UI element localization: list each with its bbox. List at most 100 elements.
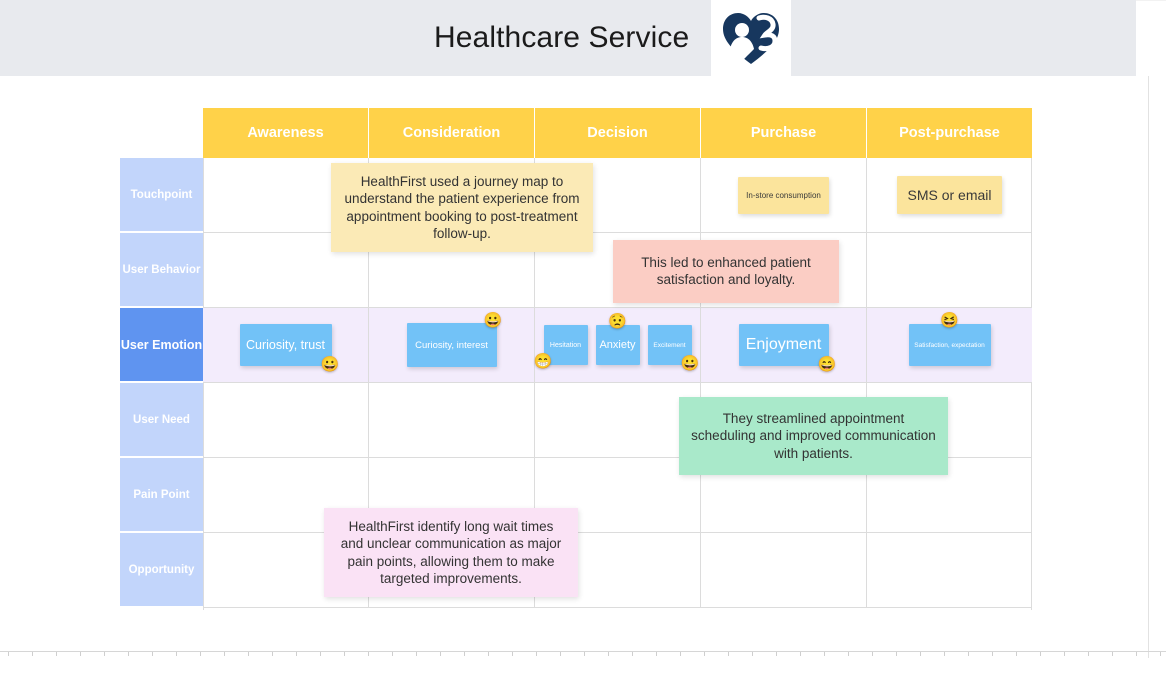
cell-need-consideration[interactable]	[369, 383, 535, 458]
column-header-consideration[interactable]: Consideration	[369, 108, 535, 158]
ruler-tick	[176, 652, 177, 656]
ruler-tick	[824, 652, 825, 656]
row-header-pain-point[interactable]: Pain Point	[120, 458, 203, 533]
row-header-user-behavior[interactable]: User Behavior	[120, 233, 203, 308]
heart-person-s-logo-icon	[720, 9, 782, 67]
ruler-tick	[1088, 652, 1089, 656]
ruler-tick	[752, 652, 753, 656]
note-label: Satisfaction, expectation	[914, 341, 985, 349]
ruler-tick	[1136, 652, 1137, 656]
corner-cell	[120, 108, 203, 158]
note-hesitation[interactable]: Hesitation 😁	[534, 325, 588, 369]
cell-opportunity-post-purchase[interactable]	[867, 533, 1032, 608]
ruler-tick	[896, 652, 897, 656]
note-label: Curiosity, interest	[415, 339, 488, 351]
right-divider	[1148, 76, 1149, 658]
note-label: Enjoyment	[745, 336, 822, 353]
cell-need-awareness[interactable]	[203, 383, 369, 458]
ruler-tick	[200, 652, 201, 656]
column-header-purchase[interactable]: Purchase	[701, 108, 867, 158]
cell-emotion-decision[interactable]: Hesitation 😁 Anxiety 😟 Excitement 😀	[534, 308, 701, 383]
note-label: Anxiety	[599, 339, 636, 351]
ruler-tick	[80, 652, 81, 656]
ruler-tick	[440, 652, 441, 656]
note-label: Hesitation	[549, 341, 582, 349]
ruler-tick	[104, 652, 105, 656]
ruler-tick	[128, 652, 129, 656]
ruler-tick	[248, 652, 249, 656]
ruler-tick	[608, 652, 609, 656]
note-label: Excitement	[653, 341, 686, 349]
ruler-tick	[728, 652, 729, 656]
laughing-face-icon: 😆	[940, 312, 959, 329]
note-satisfaction-expectation[interactable]: Satisfaction, expectation 😆	[908, 313, 991, 366]
ruler-tick	[416, 652, 417, 656]
ruler-tick	[56, 652, 57, 656]
cell-touchpoint-post-purchase[interactable]: SMS or email	[867, 158, 1032, 233]
note-sms-or-email[interactable]: SMS or email	[897, 176, 1002, 214]
bottom-ruler	[0, 651, 1166, 659]
grinning-face-icon: 😀	[680, 355, 700, 372]
ruler-tick	[992, 652, 993, 656]
note-in-store-consumption[interactable]: In-store consumption	[738, 176, 829, 214]
ruler-tick	[584, 652, 585, 656]
table-row-user-emotion: User Emotion Curiosity, trust 😀 Curiosit…	[120, 308, 1032, 383]
note-anxiety[interactable]: Anxiety 😟	[595, 314, 640, 365]
row-header-opportunity[interactable]: Opportunity	[120, 533, 203, 608]
cell-emotion-purchase[interactable]: Enjoyment 😄	[701, 308, 867, 383]
ruler-tick	[464, 652, 465, 656]
column-header-awareness[interactable]: Awareness	[203, 108, 369, 158]
ruler-tick	[152, 652, 153, 656]
ruler-tick	[704, 652, 705, 656]
note-curiosity-interest[interactable]: Curiosity, interest 😀	[406, 313, 503, 367]
cell-need-decision[interactable]	[535, 383, 701, 458]
note-magenta-pain-points[interactable]: HealthFirst identify long wait times and…	[324, 508, 578, 598]
ruler-tick	[632, 652, 633, 656]
smiling-face-icon: 😄	[817, 356, 837, 373]
ruler-tick	[1040, 652, 1041, 656]
note-excitement[interactable]: Excitement 😀	[647, 325, 700, 371]
cell-emotion-post-purchase[interactable]: Satisfaction, expectation 😆	[867, 308, 1032, 383]
grinning-face-icon: 😀	[320, 356, 340, 373]
worried-face-icon: 😟	[608, 313, 627, 330]
ruler-tick	[512, 652, 513, 656]
ruler-tick	[872, 652, 873, 656]
ruler-tick	[560, 652, 561, 656]
column-header-post-purchase[interactable]: Post-purchase	[867, 108, 1032, 158]
cell-opportunity-purchase[interactable]	[701, 533, 867, 608]
ruler-tick	[1160, 652, 1161, 656]
ruler-tick	[368, 652, 369, 656]
ruler-tick	[656, 652, 657, 656]
row-header-touchpoint[interactable]: Touchpoint	[120, 158, 203, 233]
ruler-tick	[1112, 652, 1113, 656]
ruler-tick	[488, 652, 489, 656]
ruler-tick	[272, 652, 273, 656]
ruler-tick	[344, 652, 345, 656]
note-yellow-journey-map[interactable]: HealthFirst used a journey map to unders…	[331, 163, 593, 253]
ruler-tick	[1064, 652, 1065, 656]
note-green-streamlined[interactable]: They streamlined appointment scheduling …	[679, 397, 948, 475]
header-content: Healthcare Service	[434, 0, 792, 76]
ruler-tick	[848, 652, 849, 656]
cell-behavior-post-purchase[interactable]	[867, 233, 1032, 308]
column-header-decision[interactable]: Decision	[535, 108, 701, 158]
ruler-tick	[1016, 652, 1017, 656]
ruler-tick	[680, 652, 681, 656]
row-header-user-emotion[interactable]: User Emotion	[120, 308, 203, 383]
page-header: Healthcare Service	[0, 0, 1136, 76]
ruler-tick	[536, 652, 537, 656]
beaming-face-icon: 😁	[533, 353, 553, 370]
ruler-tick	[920, 652, 921, 656]
ruler-tick	[776, 652, 777, 656]
row-header-user-need[interactable]: User Need	[120, 383, 203, 458]
note-curiosity-trust[interactable]: Curiosity, trust 😀	[239, 324, 340, 372]
cell-emotion-awareness[interactable]: Curiosity, trust 😀	[203, 308, 369, 383]
ruler-tick	[320, 652, 321, 656]
ruler-tick	[8, 652, 9, 656]
ruler-tick	[32, 652, 33, 656]
cell-emotion-consideration[interactable]: Curiosity, interest 😀	[369, 308, 535, 383]
cell-touchpoint-purchase[interactable]: In-store consumption	[701, 158, 867, 233]
note-enjoyment[interactable]: Enjoyment 😄	[738, 324, 837, 372]
note-pink-satisfaction[interactable]: This led to enhanced patient satisfactio…	[613, 240, 839, 303]
page-title: Healthcare Service	[434, 21, 690, 54]
